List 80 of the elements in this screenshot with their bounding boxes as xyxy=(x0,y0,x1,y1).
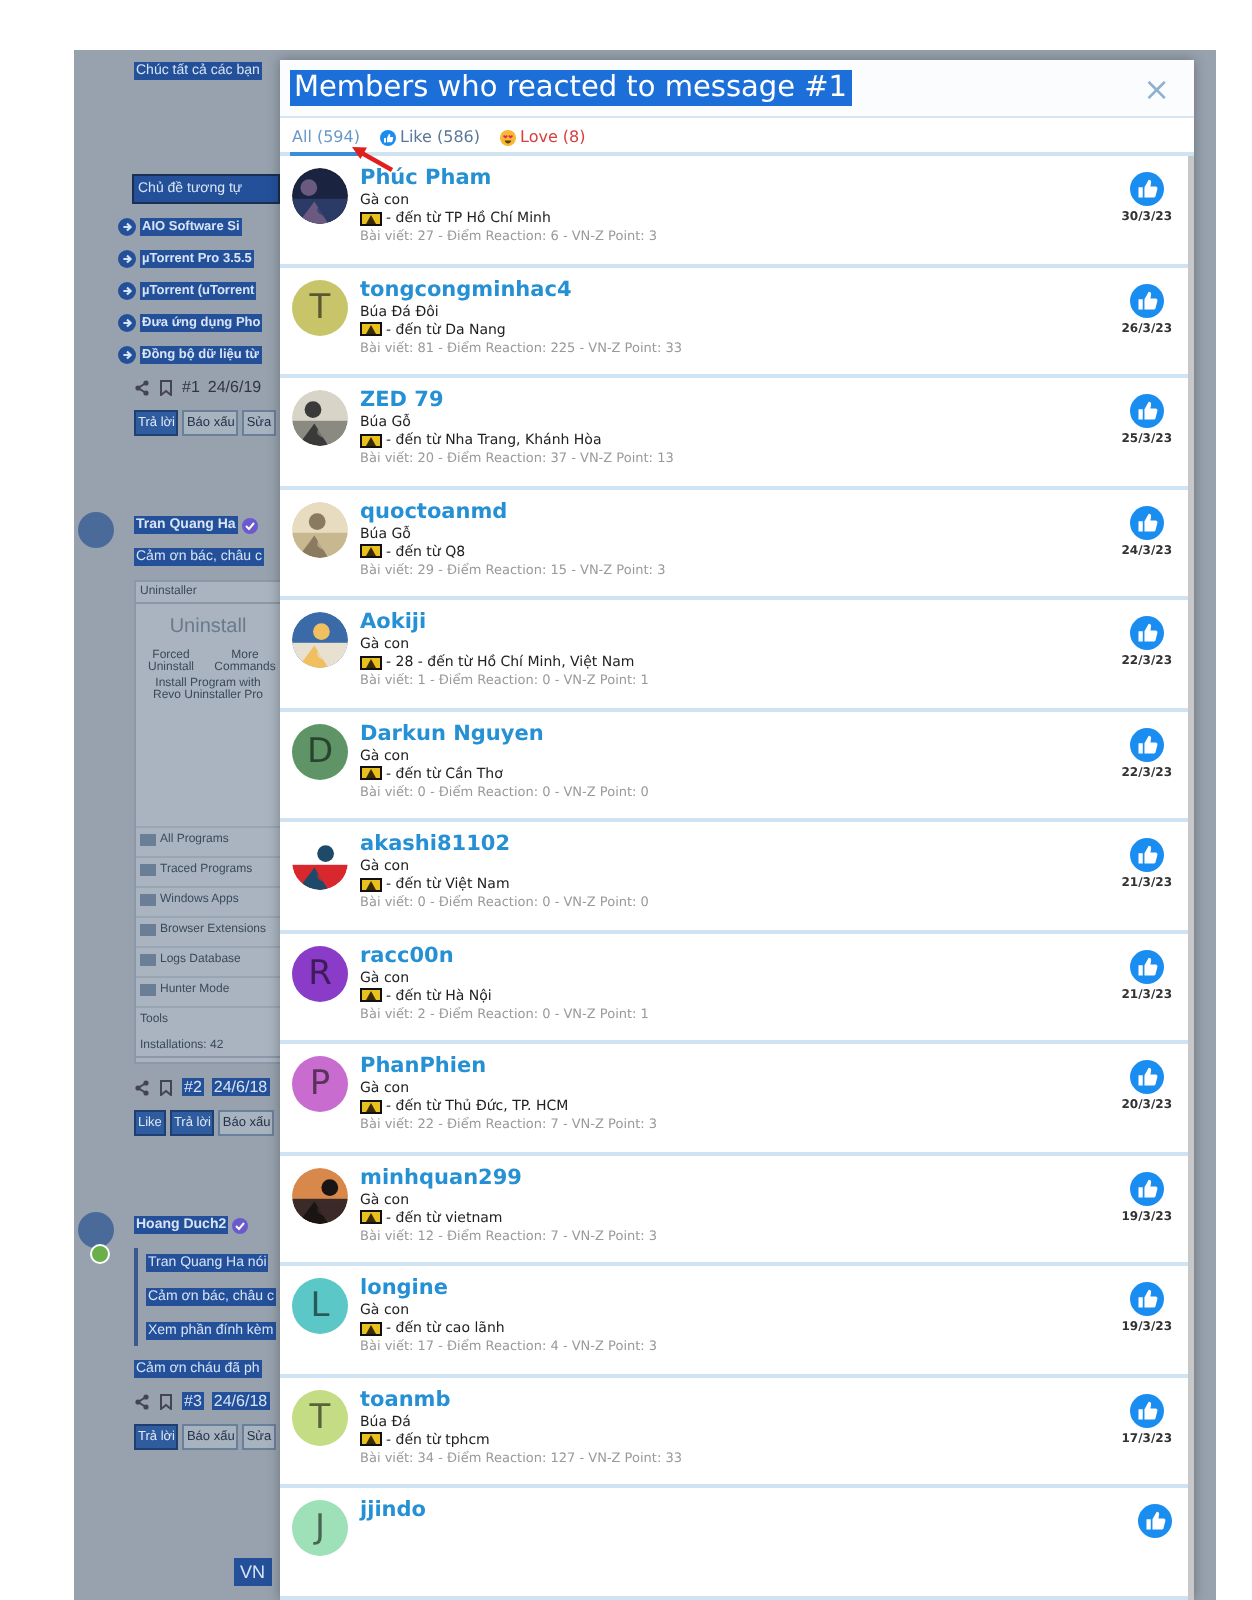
username-link[interactable]: quoctoanmd xyxy=(360,499,1110,524)
rank-badge-icon xyxy=(360,877,382,892)
like-icon xyxy=(1129,1171,1164,1206)
like-icon xyxy=(379,129,396,145)
program-icon xyxy=(140,894,156,906)
program-icon xyxy=(140,954,156,966)
username-link[interactable]: longine xyxy=(360,1276,1110,1301)
post-number[interactable]: #1 xyxy=(182,378,200,396)
user-avatar[interactable]: T xyxy=(292,1389,348,1446)
user-avatar xyxy=(78,512,114,548)
username-link[interactable]: PhanPhien xyxy=(360,1054,1110,1079)
username-link[interactable]: akashi81102 xyxy=(360,832,1110,857)
like-icon xyxy=(1129,949,1164,984)
reaction-tab[interactable]: Love (8) xyxy=(498,118,588,156)
uninstall-label: Uninstall xyxy=(167,614,249,642)
share-icon[interactable] xyxy=(134,1079,150,1095)
like-icon xyxy=(1129,838,1164,873)
rank-badge-icon xyxy=(360,988,382,1003)
username-link[interactable]: Darkun Nguyen xyxy=(360,721,1110,746)
bookmark-icon[interactable] xyxy=(158,1079,174,1095)
rank-badge-icon xyxy=(360,1432,382,1447)
username-link[interactable]: Phúc Pham xyxy=(360,166,1110,190)
dialog-title: Members who reacted to message #1 xyxy=(290,70,851,106)
rank-badge-icon xyxy=(360,322,382,337)
close-button[interactable]: × xyxy=(1139,69,1174,107)
share-icon[interactable] xyxy=(134,379,150,395)
verified-icon xyxy=(232,1217,249,1233)
like-icon xyxy=(1129,616,1164,651)
post-date: 24/6/18 xyxy=(211,1078,270,1096)
arrow-circle-icon xyxy=(118,250,136,268)
post-number[interactable]: #3 xyxy=(182,1392,204,1410)
rank-badge-icon xyxy=(360,766,382,781)
rank-badge-icon xyxy=(360,1321,382,1336)
user-avatar[interactable]: L xyxy=(292,1278,348,1335)
arrow-circle-icon xyxy=(118,346,136,364)
like-icon xyxy=(1129,394,1164,429)
username-link[interactable]: Aokiji xyxy=(360,610,1110,635)
username-link[interactable]: tongcongminhac4 xyxy=(360,277,1110,302)
username-link[interactable]: minhquan299 xyxy=(360,1165,1110,1190)
user-avatar[interactable]: R xyxy=(292,945,348,1002)
user-avatar xyxy=(78,1212,114,1248)
username-link[interactable]: ZED 79 xyxy=(360,388,1110,413)
like-icon xyxy=(1129,172,1164,206)
like-icon xyxy=(1129,283,1164,318)
post-number[interactable]: #2 xyxy=(182,1078,204,1096)
arrow-circle-icon xyxy=(118,282,136,300)
arrow-circle-icon xyxy=(118,218,136,236)
like-icon xyxy=(1129,1282,1164,1317)
user-avatar[interactable]: D xyxy=(292,723,348,780)
username-link[interactable]: jjindo xyxy=(360,1498,1126,1523)
program-icon xyxy=(140,984,156,996)
like-icon xyxy=(1129,505,1164,540)
footer-bar: VN xyxy=(234,1558,272,1586)
like-icon xyxy=(1129,1393,1164,1428)
post-date: 24/6/19 xyxy=(207,378,262,396)
post-date: 24/6/18 xyxy=(211,1392,270,1410)
user-avatar[interactable]: J xyxy=(292,1500,348,1557)
program-icon xyxy=(140,924,156,936)
rank-badge-icon xyxy=(360,1099,382,1114)
arrow-circle-icon xyxy=(118,314,136,332)
like-icon xyxy=(1138,1504,1172,1539)
share-icon[interactable] xyxy=(134,1393,150,1409)
program-icon xyxy=(140,834,156,846)
like-icon xyxy=(1129,727,1164,762)
verified-icon xyxy=(241,517,258,533)
rank-badge-icon xyxy=(360,211,382,225)
user-avatar[interactable]: T xyxy=(292,279,348,336)
like-icon xyxy=(1129,1060,1164,1095)
rank-badge-icon xyxy=(360,1210,382,1225)
heart-eyes-emoji-icon xyxy=(500,129,516,145)
rank-badge-icon xyxy=(360,433,382,448)
user-avatar[interactable]: P xyxy=(292,1056,348,1113)
rank-badge-icon xyxy=(360,544,382,559)
username-link[interactable]: racc00n xyxy=(360,943,1110,968)
program-icon xyxy=(140,864,156,876)
bookmark-icon[interactable] xyxy=(158,1393,174,1409)
rank-badge-icon xyxy=(360,655,382,670)
bookmark-icon[interactable] xyxy=(158,379,174,395)
username-link[interactable]: toanmb xyxy=(360,1387,1110,1412)
reaction-tab[interactable]: Like (586) xyxy=(377,118,482,156)
